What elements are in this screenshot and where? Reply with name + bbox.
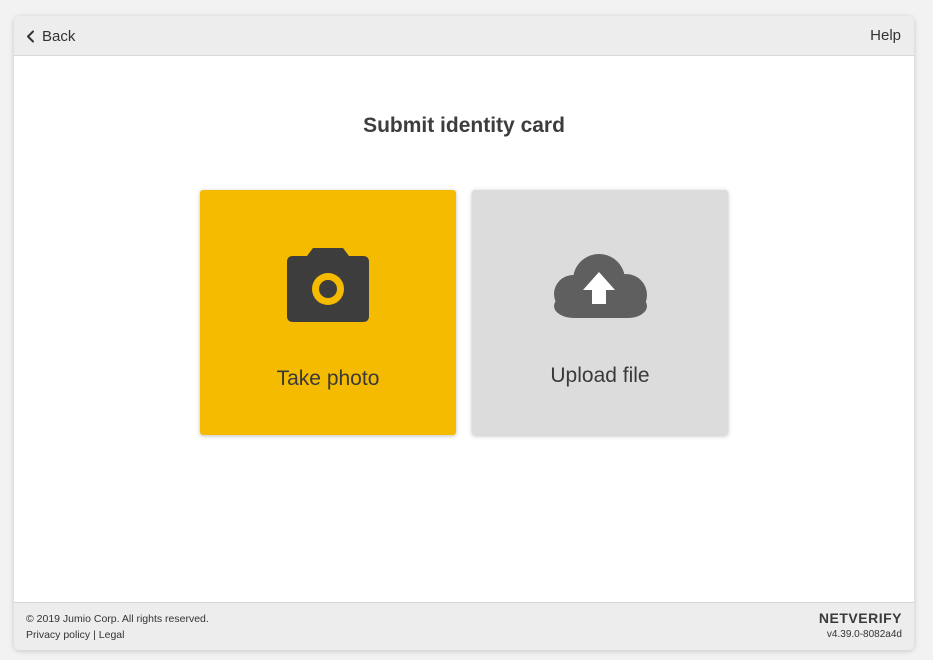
take-photo-label: Take photo [276, 367, 380, 390]
cloud-upload-icon [472, 252, 728, 318]
verification-window: Back Help Submit identity card Take phot… [14, 16, 914, 650]
copyright-text: © 2019 Jumio Corp. All rights reserved. [26, 613, 209, 625]
footer: © 2019 Jumio Corp. All rights reserved. … [14, 602, 914, 650]
brand-logo: NETVERIFY [818, 610, 902, 626]
help-link[interactable]: Help [870, 16, 901, 56]
camera-icon [200, 248, 456, 322]
page-title: Submit identity card [363, 114, 565, 137]
link-separator: | [93, 629, 96, 641]
chevron-left-icon [26, 30, 35, 43]
privacy-policy-link[interactable]: Privacy policy [26, 629, 90, 641]
back-button[interactable]: Back [26, 16, 75, 56]
version-text: v4.39.0-8082a4d [826, 629, 902, 640]
upload-file-button[interactable]: Upload file [472, 190, 728, 435]
take-photo-button[interactable]: Take photo [200, 190, 456, 435]
legal-links: Privacy policy | Legal [26, 629, 124, 641]
legal-link[interactable]: Legal [99, 629, 125, 641]
back-label: Back [42, 27, 76, 45]
upload-file-label: Upload file [550, 364, 650, 387]
top-bar: Back Help [14, 16, 914, 56]
